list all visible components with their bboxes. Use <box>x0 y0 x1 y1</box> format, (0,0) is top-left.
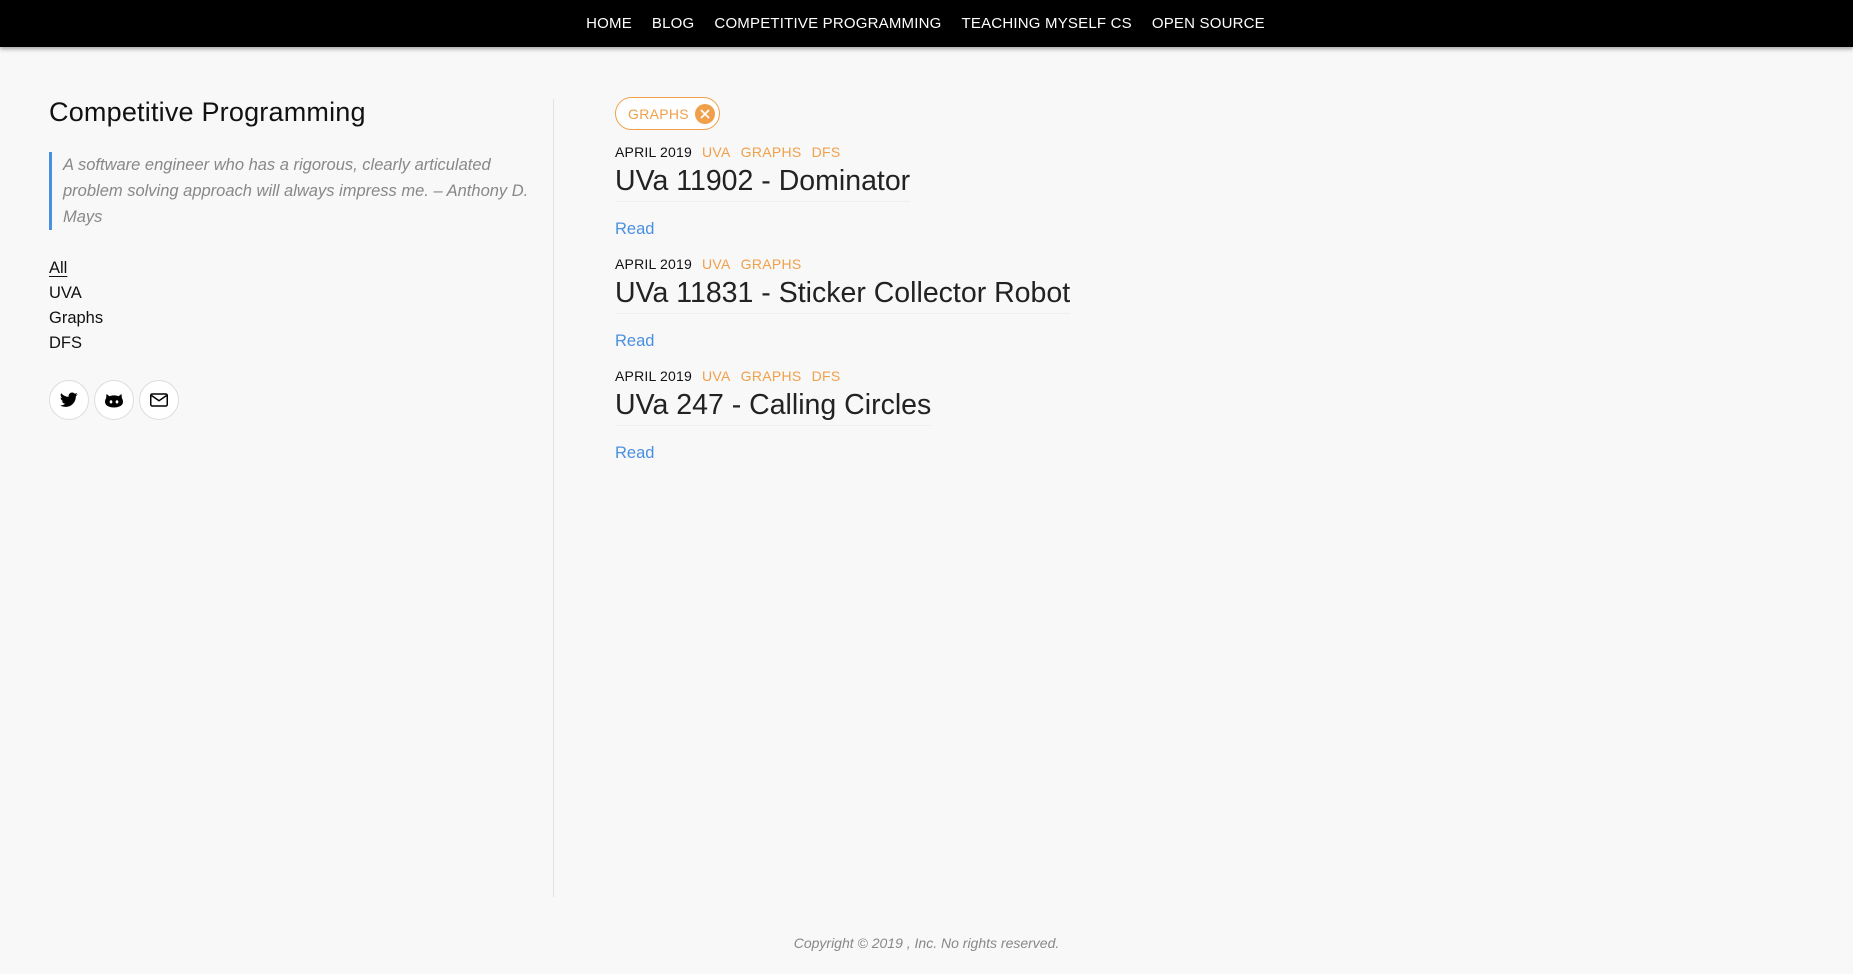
post-item: APRIL 2019 UVA GRAPHS DFS UVa 247 - Call… <box>615 366 1515 464</box>
post-tag-graphs[interactable]: GRAPHS <box>741 142 802 162</box>
category-item-graphs: Graphs <box>49 306 545 331</box>
close-icon <box>700 109 710 118</box>
post-tag-graphs[interactable]: GRAPHS <box>741 254 802 274</box>
github-icon <box>105 394 123 408</box>
nav-teaching-myself-cs[interactable]: TEACHING MYSELF CS <box>952 0 1142 47</box>
nav-competitive-programming[interactable]: COMPETITIVE PROGRAMMING <box>704 0 951 47</box>
active-filter-chip: GRAPHS <box>615 97 720 130</box>
post-tag-dfs[interactable]: DFS <box>812 366 841 386</box>
post-tag-uva[interactable]: UVA <box>702 366 731 386</box>
post-date: APRIL 2019 <box>615 368 692 384</box>
post-item: APRIL 2019 UVA GRAPHS UVa 11831 - Sticke… <box>615 254 1515 352</box>
nav-links: HOME BLOG COMPETITIVE PROGRAMMING TEACHI… <box>576 0 1275 47</box>
filter-chip-label: GRAPHS <box>628 105 689 122</box>
category-link-graphs[interactable]: Graphs <box>49 309 103 327</box>
post-title[interactable]: UVa 247 - Calling Circles <box>615 386 932 426</box>
category-link-uva[interactable]: UVA <box>49 284 82 302</box>
social-links <box>49 380 545 420</box>
read-link[interactable]: Read <box>615 442 1515 464</box>
post-meta: APRIL 2019 UVA GRAPHS <box>615 254 1515 274</box>
category-list: All UVA Graphs DFS <box>49 256 545 356</box>
post-title[interactable]: UVa 11831 - Sticker Collector Robot <box>615 274 1071 314</box>
post-meta: APRIL 2019 UVA GRAPHS DFS <box>615 366 1515 386</box>
category-item-all: All <box>49 256 545 281</box>
page-title: Competitive Programming <box>49 97 366 127</box>
category-item-uva: UVA <box>49 281 545 306</box>
top-navbar: HOME BLOG COMPETITIVE PROGRAMMING TEACHI… <box>0 0 1853 47</box>
post-title[interactable]: UVa 11902 - Dominator <box>615 162 911 202</box>
github-button[interactable] <box>94 380 134 420</box>
sidebar: Competitive Programming A software engin… <box>49 92 545 420</box>
footer-copyright: Copyright © 2019 , Inc. No rights reserv… <box>793 935 1060 951</box>
remove-filter-button[interactable] <box>694 103 715 124</box>
post-date: APRIL 2019 <box>615 256 692 272</box>
category-item-dfs: DFS <box>49 331 545 356</box>
email-button[interactable] <box>139 380 179 420</box>
column-divider <box>553 99 554 897</box>
post-tag-uva[interactable]: UVA <box>702 254 731 274</box>
nav-open-source[interactable]: OPEN SOURCE <box>1142 0 1275 47</box>
read-link[interactable]: Read <box>615 218 1515 240</box>
post-date: APRIL 2019 <box>615 144 692 160</box>
read-link[interactable]: Read <box>615 330 1515 352</box>
nav-blog[interactable]: BLOG <box>642 0 704 47</box>
twitter-icon <box>60 392 78 407</box>
category-link-dfs[interactable]: DFS <box>49 334 82 352</box>
twitter-button[interactable] <box>49 380 89 420</box>
nav-home[interactable]: HOME <box>576 0 642 47</box>
sidebar-quote: A software engineer who has a rigorous, … <box>49 152 544 230</box>
post-tag-uva[interactable]: UVA <box>702 142 731 162</box>
post-tag-graphs[interactable]: GRAPHS <box>741 366 802 386</box>
post-meta: APRIL 2019 UVA GRAPHS DFS <box>615 142 1515 162</box>
post-list: GRAPHS APRIL 2019 UVA GRAPHS DFS UVa 119… <box>615 97 1515 464</box>
post-item: APRIL 2019 UVA GRAPHS DFS UVa 11902 - Do… <box>615 142 1515 240</box>
email-icon <box>150 393 168 407</box>
post-tag-dfs[interactable]: DFS <box>812 142 841 162</box>
category-link-all[interactable]: All <box>49 259 67 277</box>
